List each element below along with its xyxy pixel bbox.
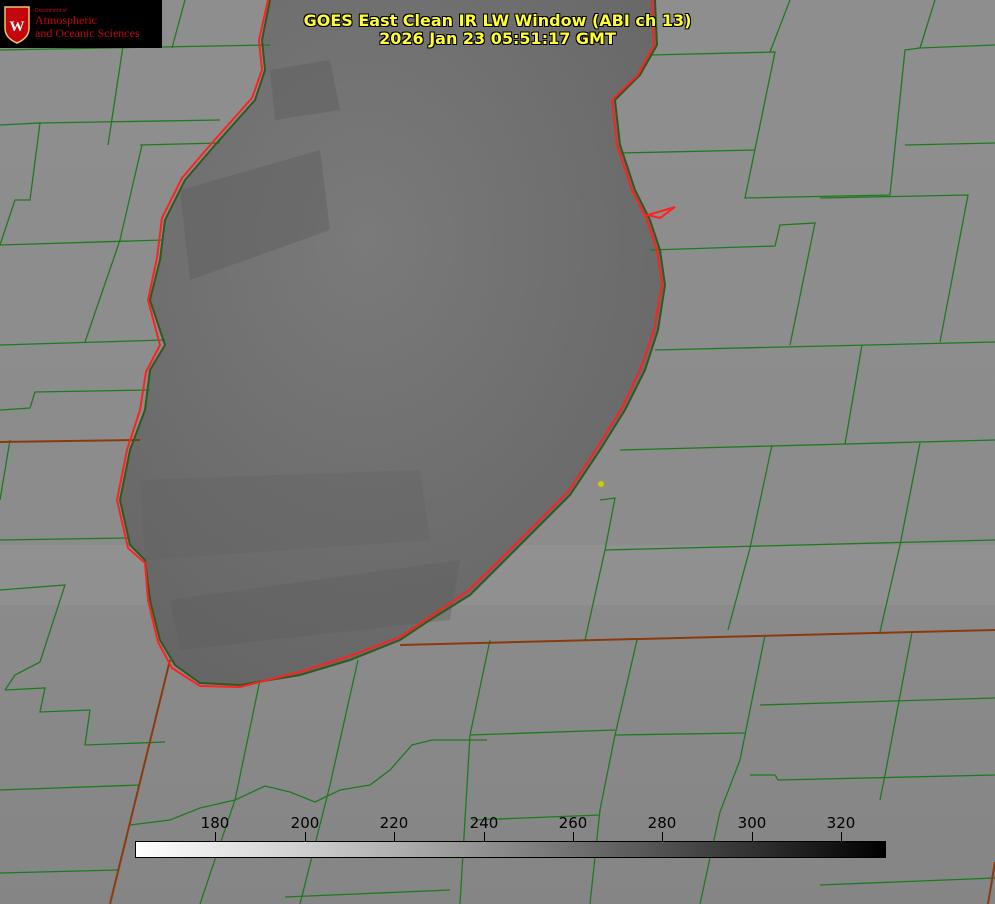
colorbar-tick-label: 220 xyxy=(379,814,409,832)
colorbar-tick-label: 200 xyxy=(290,814,320,832)
colorbar-tick xyxy=(573,832,574,841)
colorbar-tick xyxy=(841,832,842,841)
colorbar-tick xyxy=(484,832,485,841)
colorbar-tick-label: 300 xyxy=(737,814,767,832)
colorbar-tick xyxy=(394,832,395,841)
station-dot-icon xyxy=(598,481,604,487)
colorbar-tick-label: 320 xyxy=(826,814,856,832)
image-title: GOES East Clean IR LW Window (ABI ch 13) xyxy=(303,11,692,30)
lake-streak xyxy=(270,60,340,120)
colorbar xyxy=(135,841,886,858)
colorbar-tick xyxy=(215,832,216,841)
map-canvas xyxy=(0,0,995,904)
colorbar-tick xyxy=(662,832,663,841)
colorbar-tick-label: 240 xyxy=(469,814,499,832)
satellite-image: W Department of Atmospheric and Oceanic … xyxy=(0,0,995,904)
colorbar-tick xyxy=(305,832,306,841)
colorbar-tick xyxy=(752,832,753,841)
colorbar-tick-label: 260 xyxy=(558,814,588,832)
colorbar-tick-label: 180 xyxy=(200,814,230,832)
colorbar-tick-label: 280 xyxy=(647,814,677,832)
image-timestamp: 2026 Jan 23 05:51:17 GMT xyxy=(379,29,616,48)
